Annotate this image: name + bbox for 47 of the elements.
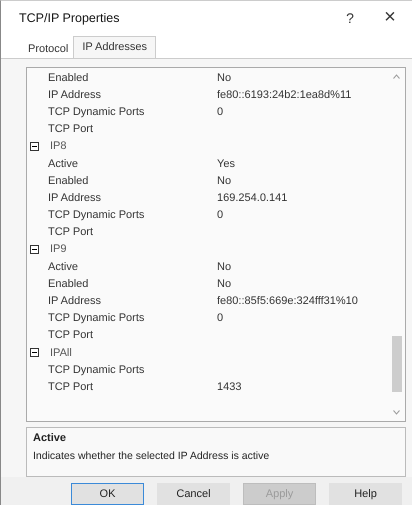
collapse-icon[interactable] — [30, 348, 39, 358]
scroll-up-icon[interactable] — [393, 74, 400, 79]
property-name[interactable]: IP Address — [27, 295, 197, 308]
property-name[interactable]: Enabled — [27, 278, 197, 290]
description-title: Active — [33, 432, 66, 444]
description-text: Indicates whether the selected IP Address is active — [33, 450, 270, 462]
category-label[interactable]: IP8 — [50, 140, 67, 152]
property-value[interactable]: No — [217, 72, 232, 84]
property-value[interactable]: 0 — [217, 209, 224, 222]
property-name[interactable]: TCP Dynamic Ports — [27, 364, 197, 376]
scroll-down-icon[interactable] — [393, 410, 400, 415]
property-name[interactable]: TCP Dynamic Ports — [27, 209, 197, 222]
property-value[interactable]: 169.254.0.141 — [217, 192, 288, 204]
category-label[interactable]: IP9 — [50, 243, 67, 256]
property-name[interactable]: TCP Port — [27, 123, 197, 136]
property-name[interactable]: IP Address — [27, 88, 197, 101]
property-value[interactable]: No — [217, 278, 232, 290]
category-label[interactable]: IPAll — [50, 346, 72, 359]
collapse-icon[interactable] — [30, 142, 39, 151]
property-name[interactable]: Active — [27, 260, 197, 273]
tab[interactable]: Protocol — [23, 40, 74, 59]
close-button[interactable]: × — [368, 2, 412, 32]
tab[interactable]: IP Addresses — [73, 36, 156, 59]
property-name[interactable]: TCP Port — [27, 226, 197, 238]
dialog-button[interactable]: Cancel — [157, 483, 230, 505]
property-name[interactable]: Active — [27, 158, 197, 170]
property-value[interactable]: 0 — [217, 106, 224, 118]
property-value[interactable]: fe80::85f5:669e:324fff31%10 — [217, 295, 358, 308]
collapse-icon[interactable] — [30, 244, 39, 254]
property-name[interactable]: TCP Port — [27, 329, 197, 342]
property-name[interactable]: Enabled — [27, 72, 197, 84]
property-value[interactable]: No — [217, 174, 232, 187]
dialog-button[interactable]: Help — [329, 483, 402, 505]
dialog-button[interactable]: OK — [71, 483, 144, 505]
property-name[interactable]: TCP Port — [27, 380, 197, 393]
property-name[interactable]: IP Address — [27, 192, 197, 204]
property-value[interactable]: 0 — [217, 312, 224, 324]
property-value[interactable]: No — [217, 260, 232, 273]
property-name[interactable]: TCP Dynamic Ports — [27, 312, 197, 324]
property-name[interactable]: TCP Dynamic Ports — [27, 106, 197, 118]
scroll-thumb[interactable] — [392, 336, 402, 392]
help-button[interactable]: ? — [332, 2, 368, 32]
property-value[interactable]: Yes — [217, 158, 235, 170]
property-name[interactable]: Enabled — [27, 174, 197, 187]
property-value[interactable]: 1433 — [217, 380, 242, 393]
window-title: TCP/IP Properties — [19, 10, 120, 24]
property-value[interactable]: fe80::6193:24b2:1ea8d%11 — [217, 88, 352, 101]
